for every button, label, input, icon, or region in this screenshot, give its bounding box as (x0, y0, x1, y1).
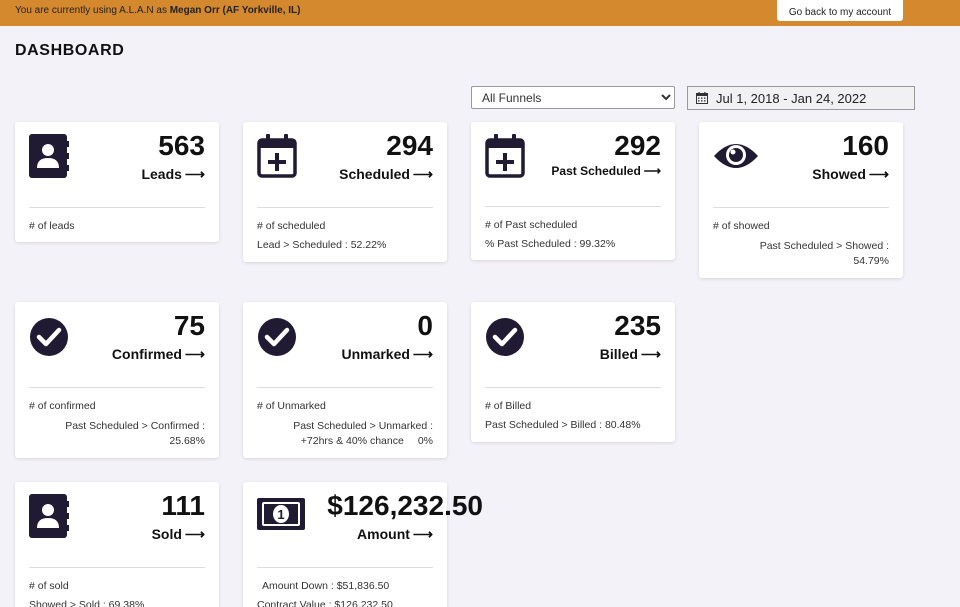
check-circle-icon (30, 318, 68, 356)
amount-label: Amount (357, 526, 410, 542)
confirmed-line2: Past Scheduled > Confirmed : 25.68% (65, 419, 205, 449)
scheduled-label: Scheduled (339, 166, 410, 182)
calendar-plus-icon (485, 134, 525, 178)
arrow-right-icon: ⟶ (184, 166, 205, 182)
showed-line2: Past Scheduled > Showed : 54.79% (760, 239, 889, 269)
unmarked-link[interactable]: Unmarked ⟶ (341, 346, 433, 363)
card-scheduled: 294 Scheduled ⟶ # of scheduled Lead > Sch… (243, 122, 447, 262)
card-divider (257, 387, 433, 388)
billed-link[interactable]: Billed ⟶ (600, 346, 661, 363)
arrow-right-icon: ⟶ (412, 166, 433, 182)
eye-icon (714, 144, 758, 168)
sold-line1: # of sold (29, 580, 69, 592)
card-divider (257, 207, 433, 208)
banner-user: Megan Orr (AF Yorkville, IL) (169, 5, 301, 16)
card-divider (485, 206, 661, 207)
unmarked-ratio-value: 0% (417, 435, 433, 447)
card-divider (485, 387, 661, 388)
unmarked-label: Unmarked (341, 346, 410, 362)
sold-link[interactable]: Sold ⟶ (152, 526, 205, 543)
showed-count: 160 (842, 130, 889, 161)
billed-line1: # of Billed (485, 400, 532, 412)
scheduled-link[interactable]: Scheduled ⟶ (339, 166, 433, 183)
scheduled-count: 294 (386, 130, 433, 161)
card-unmarked: 0 Unmarked ⟶ # of Unmarked Past Scheduled… (243, 302, 447, 458)
calendar-plus-icon (257, 134, 297, 178)
date-range-picker[interactable]: Jul 1, 2018 - Jan 24, 2022 (687, 86, 915, 110)
unmarked-count: 0 (417, 310, 433, 341)
arrow-right-icon: ⟶ (184, 526, 205, 542)
unmarked-ratio-condition: +72hrs & 40% chance (300, 435, 404, 447)
card-leads: 563 Leads ⟶ # of leads (15, 122, 219, 242)
confirmed-line1: # of confirmed (29, 400, 96, 412)
contact-book-icon (29, 134, 69, 178)
confirmed-count: 75 (173, 310, 205, 341)
confirmed-ratio-label: Past Scheduled > Confirmed : (65, 420, 205, 432)
card-divider (713, 207, 889, 208)
amount-line1: Amount Down : $51,836.50 (262, 580, 390, 592)
contact-book-icon (29, 494, 69, 538)
arrow-right-icon: ⟶ (412, 346, 433, 362)
card-sold: 111 Sold ⟶ # of sold Showed > Sold : 69.3… (15, 482, 219, 607)
money-bill-icon: 1 (257, 498, 305, 530)
past-scheduled-line2: % Past Scheduled : 99.32% (485, 238, 616, 250)
amount-link[interactable]: Amount ⟶ (357, 526, 433, 543)
leads-count: 563 (158, 130, 205, 161)
arrow-right-icon: ⟶ (868, 166, 889, 182)
confirmed-link[interactable]: Confirmed ⟶ (112, 346, 205, 363)
billed-label: Billed (599, 346, 638, 362)
card-amount: 1 $126,232.50 Amount ⟶ Amount Down : $51,… (243, 482, 483, 607)
leads-line1: # of leads (29, 220, 75, 232)
leads-label: Leads (141, 166, 182, 182)
calendar-icon (696, 92, 708, 104)
impersonation-banner: You are currently using A.L.A.N as Megan… (0, 0, 960, 26)
arrow-right-icon: ⟶ (643, 164, 661, 178)
card-divider (29, 207, 205, 208)
confirmed-ratio-value: 25.68% (169, 435, 205, 447)
leads-link[interactable]: Leads ⟶ (141, 166, 205, 183)
check-circle-icon (258, 318, 296, 356)
showed-label: Showed (812, 166, 866, 182)
showed-ratio-label: Past Scheduled > Showed : (759, 240, 889, 252)
sold-line2: Showed > Sold : 69.38% (29, 599, 145, 607)
card-divider (29, 567, 205, 568)
page-title: DASHBOARD (15, 42, 125, 59)
unmarked-line2: Past Scheduled > Unmarked : +72hrs & 40%… (257, 419, 433, 449)
banner-text: You are currently using A.L.A.N as Megan… (15, 5, 301, 16)
card-showed: 160 Showed ⟶ # of showed Past Scheduled >… (699, 122, 903, 278)
banner-prefix: You are currently using A.L.A.N as (15, 5, 170, 16)
go-back-button[interactable]: Go back to my account (777, 0, 903, 21)
date-range-text: Jul 1, 2018 - Jan 24, 2022 (716, 90, 867, 106)
unmarked-line1: # of Unmarked (257, 400, 326, 412)
card-divider (257, 567, 433, 568)
showed-ratio-value: 54.79% (853, 255, 889, 267)
past-scheduled-link[interactable]: Past Scheduled ⟶ (551, 164, 661, 178)
arrow-right-icon: ⟶ (640, 346, 661, 362)
card-past-scheduled: 292 Past Scheduled ⟶ # of Past scheduled … (471, 122, 675, 260)
past-scheduled-count: 292 (614, 130, 661, 161)
svg-text:1: 1 (277, 507, 284, 522)
card-billed: 235 Billed ⟶ # of Billed Past Scheduled >… (471, 302, 675, 442)
billed-line2: Past Scheduled > Billed : 80.48% (485, 419, 641, 431)
check-circle-icon (486, 318, 524, 356)
card-divider (29, 387, 205, 388)
arrow-right-icon: ⟶ (184, 346, 205, 362)
past-scheduled-line1: # of Past scheduled (485, 219, 578, 231)
past-scheduled-label: Past Scheduled (551, 164, 641, 178)
sold-count: 111 (161, 490, 205, 521)
unmarked-ratio-row: +72hrs & 40% chance 0% (257, 434, 433, 449)
scheduled-line2: Lead > Scheduled : 52.22% (257, 239, 387, 251)
sold-label: Sold (151, 526, 182, 542)
showed-link[interactable]: Showed ⟶ (812, 166, 889, 183)
unmarked-ratio-label: Past Scheduled > Unmarked : (293, 420, 433, 432)
arrow-right-icon: ⟶ (412, 526, 433, 542)
amount-line2: Contract Value : $126,232.50 (257, 599, 393, 607)
billed-count: 235 (614, 310, 661, 341)
showed-line1: # of showed (713, 220, 770, 232)
scheduled-line1: # of scheduled (257, 220, 326, 232)
amount-total: $126,232.50 (327, 490, 483, 521)
card-confirmed: 75 Confirmed ⟶ # of confirmed Past Schedu… (15, 302, 219, 458)
funnel-select[interactable]: All Funnels (471, 86, 675, 109)
confirmed-label: Confirmed (111, 346, 182, 362)
